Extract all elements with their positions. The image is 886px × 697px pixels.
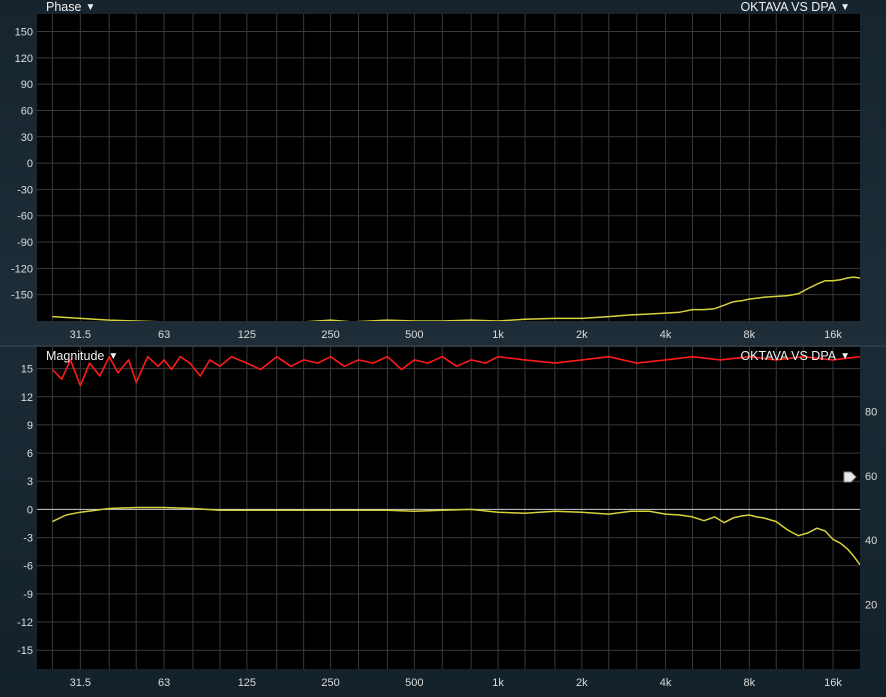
y-tick-label: 90 <box>21 79 33 91</box>
x-tick-label: 4k <box>660 329 672 341</box>
y-tick-label: 15 <box>21 364 33 376</box>
chevron-down-icon: ▼ <box>108 350 119 362</box>
x-tick-label: 1k <box>492 329 504 341</box>
magnitude-panel: Magnitude ▼ OKTAVA VS DPA ▼ 15 12 9 6 3 0 -3 -6… <box>0 347 886 697</box>
x-tick-label: 16k <box>824 677 842 689</box>
x-tick-label: 31.5 <box>70 677 91 689</box>
y-tick-label: 0 <box>27 158 33 170</box>
magnitude-source-dropdown[interactable]: OKTAVA VS DPA ▼ <box>740 349 850 363</box>
y-tick-label: -120 <box>11 263 33 275</box>
y-tick-label: -90 <box>17 237 33 249</box>
chevron-down-icon: ▼ <box>840 1 850 13</box>
right-y-tick-label: 20 <box>865 600 877 612</box>
y-tick-label: 6 <box>27 448 33 460</box>
phase-plot[interactable]: 150 120 90 60 30 0 -30 -60 -90 -120 -150 31.5 63 125 2… <box>0 0 886 347</box>
phase-title-label: Phase <box>46 0 82 14</box>
x-tick-label: 500 <box>405 329 423 341</box>
plot-area <box>37 14 860 321</box>
y-tick-label: 9 <box>27 420 33 432</box>
y-tick-label: -15 <box>17 645 33 657</box>
x-tick-label: 8k <box>743 677 755 689</box>
magnitude-source-label: OKTAVA VS DPA <box>740 349 837 363</box>
y-tick-label: -12 <box>17 617 33 629</box>
x-tick-label: 500 <box>405 677 423 689</box>
chevron-down-icon: ▼ <box>840 350 850 362</box>
x-tick-label: 16k <box>824 329 842 341</box>
magnitude-title-label: Magnitude <box>46 349 105 363</box>
y-tick-label: 0 <box>27 504 33 516</box>
y-tick-label: -150 <box>11 290 33 302</box>
x-tick-label: 63 <box>158 329 170 341</box>
x-tick-label: 63 <box>158 677 170 689</box>
x-tick-label: 125 <box>238 677 256 689</box>
y-tick-label: -6 <box>23 561 33 573</box>
y-tick-label: -30 <box>17 184 33 196</box>
y-tick-label: 30 <box>21 132 33 144</box>
y-tick-label: 120 <box>15 53 33 65</box>
y-tick-label: -9 <box>23 589 33 601</box>
phase-panel: Phase ▼ OKTAVA VS DPA ▼ 150 120 90 60 30 0 -30… <box>0 0 886 347</box>
x-tick-label: 2k <box>576 677 588 689</box>
x-tick-label: 250 <box>321 329 339 341</box>
magnitude-plot[interactable]: 15129630-3-6-9-12-1531.5 63 125 250 500 1k 2k 4… <box>0 347 886 697</box>
x-tick-label: 31.5 <box>70 329 91 341</box>
y-tick-label: 3 <box>27 476 33 488</box>
x-tick-label: 8k <box>743 329 755 341</box>
y-tick-label: 60 <box>21 105 33 117</box>
magnitude-title-dropdown[interactable]: Magnitude ▼ <box>46 349 118 363</box>
y-tick-label: -3 <box>23 533 33 545</box>
x-tick-label: 1k <box>492 677 504 689</box>
y-tick-label: 150 <box>15 27 33 39</box>
x-tick-label: 125 <box>238 329 256 341</box>
x-tick-label: 2k <box>576 329 588 341</box>
y-tick-label: 12 <box>21 392 33 404</box>
x-tick-label: 250 <box>321 677 339 689</box>
phase-source-label: OKTAVA VS DPA <box>740 0 837 14</box>
level-slider-handle-icon[interactable] <box>843 470 857 484</box>
x-tick-label: 4k <box>660 677 672 689</box>
chevron-down-icon: ▼ <box>85 1 96 13</box>
right-y-tick-label: 80 <box>865 406 877 418</box>
phase-title-dropdown[interactable]: Phase ▼ <box>46 0 95 14</box>
y-tick-label: -60 <box>17 211 33 223</box>
right-y-tick-label: 40 <box>865 535 877 547</box>
phase-source-dropdown[interactable]: OKTAVA VS DPA ▼ <box>740 0 850 14</box>
right-y-tick-label: 60 <box>865 471 877 483</box>
